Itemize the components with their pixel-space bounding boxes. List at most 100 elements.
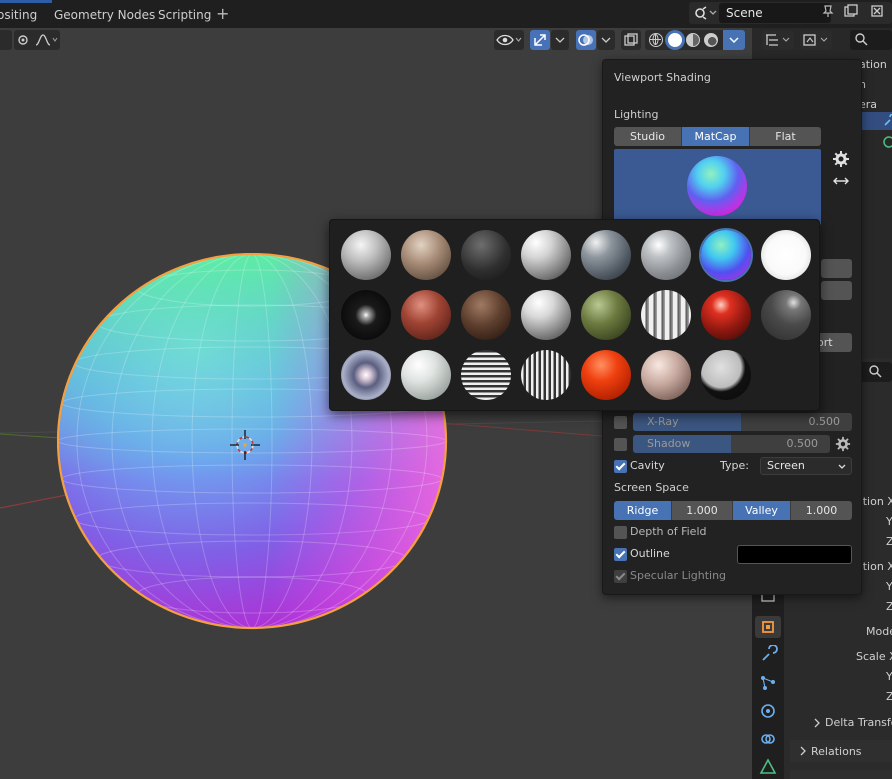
location-z-label: Z — [886, 535, 892, 548]
outliner-display-mode[interactable] — [762, 30, 794, 50]
lighting-matcap-button[interactable]: MatCap — [682, 127, 750, 146]
relations-panel[interactable]: Relations — [790, 740, 892, 762]
outliner-search-input[interactable] — [850, 30, 892, 50]
modifier-wrench-icon[interactable] — [758, 645, 778, 665]
particles-icon[interactable] — [758, 673, 778, 693]
constraints-icon[interactable] — [758, 729, 778, 749]
color-hidden-button-1[interactable] — [821, 259, 852, 278]
matcap-item-17[interactable] — [341, 350, 391, 400]
scale-z-label: Z — [886, 690, 892, 703]
matcap-item-14[interactable] — [641, 290, 691, 340]
cavity-type-label: Type: — [720, 459, 749, 472]
outline-checkbox[interactable] — [614, 548, 627, 561]
popover-title: Viewport Shading — [614, 71, 711, 84]
viewport-header — [0, 28, 752, 52]
top-bar: ositing Geometry Nodes Scripting + Scene — [0, 0, 892, 28]
lighting-flat-button[interactable]: Flat — [750, 127, 821, 146]
matcap-item-18[interactable] — [401, 350, 451, 400]
matcap-item-5[interactable] — [581, 230, 631, 280]
matcap-item-13[interactable] — [581, 290, 631, 340]
matcap-item-3[interactable] — [461, 230, 511, 280]
matcap-item-19[interactable] — [461, 350, 511, 400]
gizmo-dropdown[interactable] — [551, 30, 569, 50]
proportional-editing[interactable] — [14, 30, 60, 50]
shadow-checkbox[interactable] — [614, 438, 627, 451]
lighting-label: Lighting — [614, 108, 659, 121]
cavity-checkbox[interactable] — [614, 460, 627, 473]
flip-matcap-icon[interactable] — [832, 174, 850, 188]
matcap-item-15[interactable] — [701, 290, 751, 340]
properties-search-input[interactable] — [860, 362, 892, 382]
overlays-dropdown[interactable] — [597, 30, 615, 50]
physics-icon[interactable] — [758, 701, 778, 721]
shading-mode-group — [645, 30, 745, 50]
outliner-filter[interactable] — [800, 30, 832, 50]
outliner-row-collection[interactable]: ation — [859, 58, 887, 71]
depth-of-field-label: Depth of Field — [630, 525, 707, 538]
chevron-right-icon — [800, 746, 806, 756]
ridge-label-field[interactable]: Ridge — [614, 501, 672, 520]
matcap-item-12[interactable] — [521, 290, 571, 340]
matcap-item-1[interactable] — [341, 230, 391, 280]
scene-name-field[interactable]: Scene — [719, 3, 831, 23]
collections-panel[interactable] — [790, 770, 892, 779]
visibility-selectability-icon[interactable] — [494, 30, 524, 50]
scene-browse-icon[interactable] — [693, 4, 721, 22]
matcap-item-21[interactable] — [581, 350, 631, 400]
matcap-item-4[interactable] — [521, 230, 571, 280]
pin-icon[interactable] — [818, 4, 838, 22]
duplicate-scene-icon[interactable] — [841, 4, 861, 22]
xray-checkbox[interactable] — [614, 416, 627, 429]
outline-label: Outline — [630, 547, 670, 560]
chevron-down-icon — [729, 37, 739, 44]
scale-x-label: Scale X — [856, 650, 892, 663]
ridge-value-field[interactable]: 1.000 — [672, 501, 733, 520]
tab-geometry-nodes[interactable]: Geometry Nodes — [54, 0, 155, 28]
gear-icon[interactable] — [832, 150, 850, 168]
3d-cursor-icon[interactable] — [229, 429, 261, 461]
lighting-studio-button[interactable]: Studio — [614, 127, 682, 146]
chevron-down-icon — [838, 464, 846, 469]
matcap-item-6[interactable] — [641, 230, 691, 280]
valley-value-field[interactable]: 1.000 — [791, 501, 852, 520]
color-hidden-button-2[interactable] — [821, 281, 852, 300]
xray-alpha-slider[interactable]: X-Ray 0.500 — [633, 413, 852, 431]
matcap-item-23[interactable] — [701, 350, 751, 400]
matcap-item-22[interactable] — [641, 350, 691, 400]
add-workspace-button[interactable]: + — [216, 4, 229, 23]
matcap-item-16[interactable] — [761, 290, 811, 340]
chevron-right-icon — [814, 718, 820, 728]
shading-dropdown-button[interactable] — [723, 30, 745, 50]
matcap-item-10[interactable] — [401, 290, 451, 340]
tab-scripting[interactable]: Scripting — [158, 0, 211, 28]
matcap-item-8[interactable] — [761, 230, 811, 280]
object-tab[interactable] — [755, 616, 781, 638]
shadow-intensity-slider[interactable]: Shadow 0.500 — [633, 435, 830, 453]
xray-toggle-icon[interactable] — [621, 30, 641, 50]
specular-lighting-checkbox[interactable] — [614, 570, 627, 583]
matcap-item-9[interactable] — [341, 290, 391, 340]
screen-space-label: Screen Space — [614, 481, 689, 494]
matcap-item-7-selected[interactable] — [701, 230, 751, 280]
shadow-settings-gear-icon[interactable] — [835, 436, 851, 452]
matcap-item-11[interactable] — [461, 290, 511, 340]
delete-scene-icon[interactable] — [867, 4, 887, 22]
wireframe-shading-icon[interactable] — [649, 33, 663, 47]
valley-label-field[interactable]: Valley — [733, 501, 791, 520]
matcap-item-20[interactable] — [521, 350, 571, 400]
data-mesh-icon[interactable] — [758, 757, 778, 777]
overlays-toggle-icon[interactable] — [576, 30, 596, 50]
cavity-type-dropdown[interactable]: Screen — [760, 457, 852, 475]
viewport-dropdown[interactable] — [0, 30, 12, 50]
matcap-item-2[interactable] — [401, 230, 451, 280]
tab-compositing[interactable]: ositing — [0, 0, 37, 28]
outline-color-swatch[interactable] — [737, 545, 852, 564]
solid-shading-icon[interactable] — [667, 32, 683, 48]
delta-transform-panel[interactable]: Delta Transfo — [792, 713, 892, 733]
gizmo-toggle-icon[interactable] — [530, 30, 550, 50]
matcap-preview-button[interactable] — [614, 149, 821, 225]
rendered-shading-icon[interactable] — [704, 33, 718, 47]
wrench-icon — [884, 114, 892, 126]
depth-of-field-checkbox[interactable] — [614, 526, 627, 539]
material-preview-icon[interactable] — [686, 33, 700, 47]
